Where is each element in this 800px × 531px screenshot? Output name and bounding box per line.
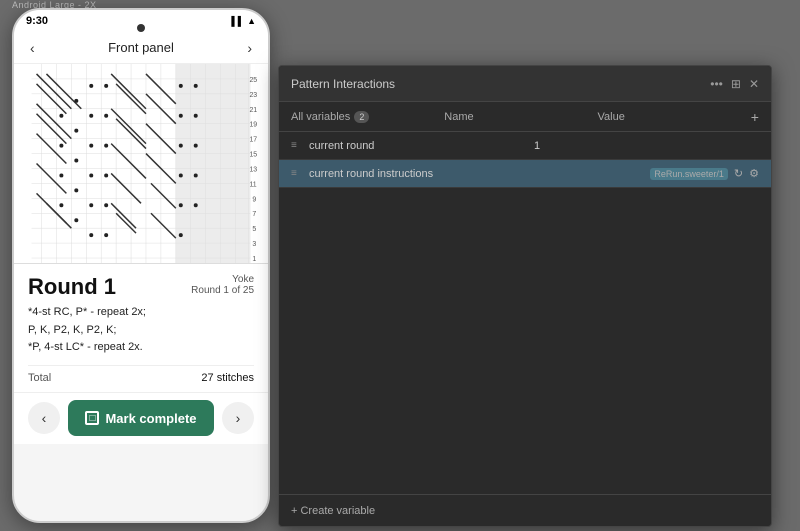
pattern-instructions: *4-st RC, P* - repeat 2x; P, K, P2, K, P… (28, 304, 254, 357)
mark-complete-button[interactable]: □ Mark complete (68, 400, 214, 436)
close-icon[interactable]: ✕ (749, 77, 759, 91)
row-value: 1 (534, 140, 759, 152)
mark-complete-icon: □ (85, 411, 99, 425)
section-name: Yoke (191, 274, 254, 285)
total-row: Total 27 stitches (28, 365, 254, 384)
device-nav-bar: ‹ Front panel › (14, 32, 268, 64)
svg-text:23: 23 (249, 92, 257, 99)
settings-action[interactable]: ⚙ (749, 167, 759, 180)
panel-header: Pattern Interactions ••• ⊞ ✕ (279, 66, 771, 102)
svg-text:15: 15 (249, 152, 257, 159)
table-row-selected[interactable]: ≡ current round instructions ReRun.sweet… (279, 160, 771, 188)
panel-title: Pattern Interactions (291, 77, 395, 91)
device-frame: 9:30 ▌▌ ▲ ‹ Front panel › (12, 8, 270, 523)
svg-text:19: 19 (249, 122, 257, 129)
layout-icon[interactable]: ⊞ (731, 77, 741, 91)
more-icon[interactable]: ••• (710, 77, 723, 91)
instruction-line-1: *4-st RC, P* - repeat 2x; (28, 304, 254, 322)
svg-text:9: 9 (252, 196, 256, 203)
table-row[interactable]: ≡ current round 1 (279, 132, 771, 160)
status-time: 9:30 (26, 15, 48, 27)
section-sub: Round 1 of 25 (191, 285, 254, 296)
content-area: Round 1 Yoke Round 1 of 25 *4-st RC, P* … (14, 264, 268, 392)
panel-header-icons: ••• ⊞ ✕ (710, 77, 759, 91)
row-name: current round (309, 140, 534, 152)
nav-title: Front panel (108, 40, 174, 55)
camera-dot (137, 24, 145, 32)
add-variable-icon[interactable]: + (751, 109, 759, 125)
svg-text:13: 13 (249, 166, 257, 173)
section-info: Yoke Round 1 of 25 (191, 274, 254, 296)
row-actions: ReRun.sweeter/1 ↻ ⚙ (650, 167, 759, 180)
next-round-button[interactable]: › (222, 402, 254, 434)
svg-text:5: 5 (252, 226, 256, 233)
pattern-area: 1 3 5 7 9 11 13 15 17 19 21 23 25 (14, 64, 268, 264)
stitch-count: 27 stitches (201, 372, 254, 384)
table-header: All variables 2 Name Value + (279, 102, 771, 132)
filter-count: 2 (354, 111, 369, 123)
col-value-header: Value (598, 111, 751, 123)
instruction-line-2: P, K, P2, K, P2, K; (28, 322, 254, 340)
svg-text:1: 1 (252, 256, 256, 263)
create-variable-button[interactable]: + Create variable (291, 505, 375, 517)
back-arrow[interactable]: ‹ (30, 40, 35, 56)
row-drag-icon-2: ≡ (291, 168, 305, 179)
pattern-interactions-panel: Pattern Interactions ••• ⊞ ✕ All variabl… (278, 65, 772, 527)
signal-icon: ▌▌ (231, 16, 244, 26)
svg-text:21: 21 (249, 107, 257, 114)
wifi-icon: ▲ (247, 16, 256, 26)
rerun-action[interactable]: ReRun.sweeter/1 (650, 168, 728, 180)
forward-arrow[interactable]: › (247, 40, 252, 56)
row-drag-icon: ≡ (291, 140, 305, 151)
round-title: Round 1 (28, 274, 116, 300)
mark-complete-label: Mark complete (105, 411, 196, 426)
row-name-2: current round instructions (309, 168, 650, 180)
svg-text:11: 11 (249, 181, 256, 188)
status-icons: ▌▌ ▲ (231, 16, 256, 26)
filter-label[interactable]: All variables (291, 111, 350, 123)
refresh-action[interactable]: ↻ (734, 167, 743, 180)
svg-text:3: 3 (252, 241, 256, 248)
prev-round-button[interactable]: ‹ (28, 402, 60, 434)
round-header: Round 1 Yoke Round 1 of 25 (28, 274, 254, 300)
col-name-header: Name (444, 111, 597, 123)
panel-footer: + Create variable (279, 494, 771, 526)
svg-text:25: 25 (249, 77, 257, 84)
instruction-line-3: *P, 4-st LC* - repeat 2x. (28, 339, 254, 357)
bottom-nav: ‹ □ Mark complete › (14, 392, 268, 444)
svg-text:17: 17 (249, 137, 257, 144)
create-variable-label: + Create variable (291, 505, 375, 517)
filter-col: All variables 2 (291, 111, 444, 123)
total-label: Total (28, 372, 51, 384)
panel-content (279, 188, 771, 494)
svg-text:7: 7 (252, 211, 256, 218)
